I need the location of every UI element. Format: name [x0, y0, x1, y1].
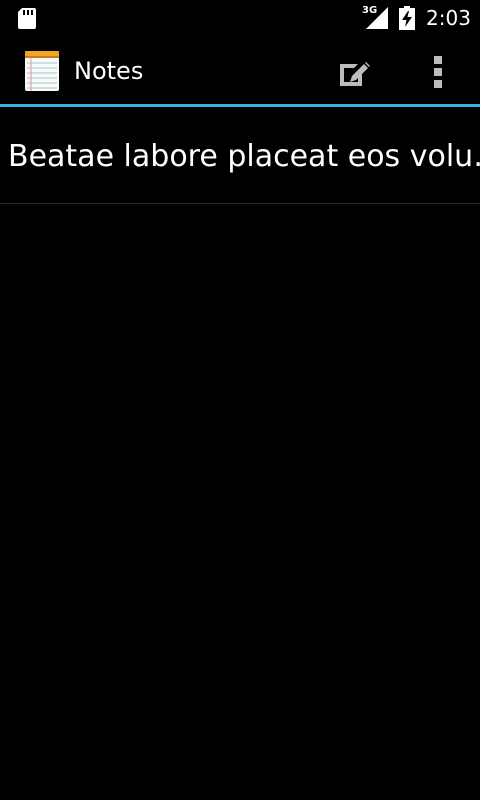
- status-bar: 3G 2:03: [0, 0, 480, 36]
- notes-screen: 3G 2:03 Notes Beatae labore placeat eos …: [0, 0, 480, 800]
- action-bar: Notes: [0, 36, 480, 104]
- notepad-icon[interactable]: [24, 51, 60, 91]
- sd-card-icon: [18, 8, 36, 29]
- signal-icon: [366, 7, 388, 29]
- status-clock: 2:03: [426, 6, 471, 30]
- notes-list: Beatae labore placeat eos volu…: [0, 107, 480, 204]
- app-title: Notes: [74, 57, 144, 85]
- overflow-menu-button[interactable]: [410, 36, 466, 104]
- edit-icon: [340, 62, 370, 86]
- new-note-button[interactable]: [320, 36, 388, 104]
- overflow-icon: [434, 56, 442, 88]
- list-item[interactable]: Beatae labore placeat eos volu…: [0, 107, 480, 204]
- note-title: Beatae labore placeat eos volu…: [8, 139, 480, 174]
- battery-charging-icon: [399, 6, 415, 30]
